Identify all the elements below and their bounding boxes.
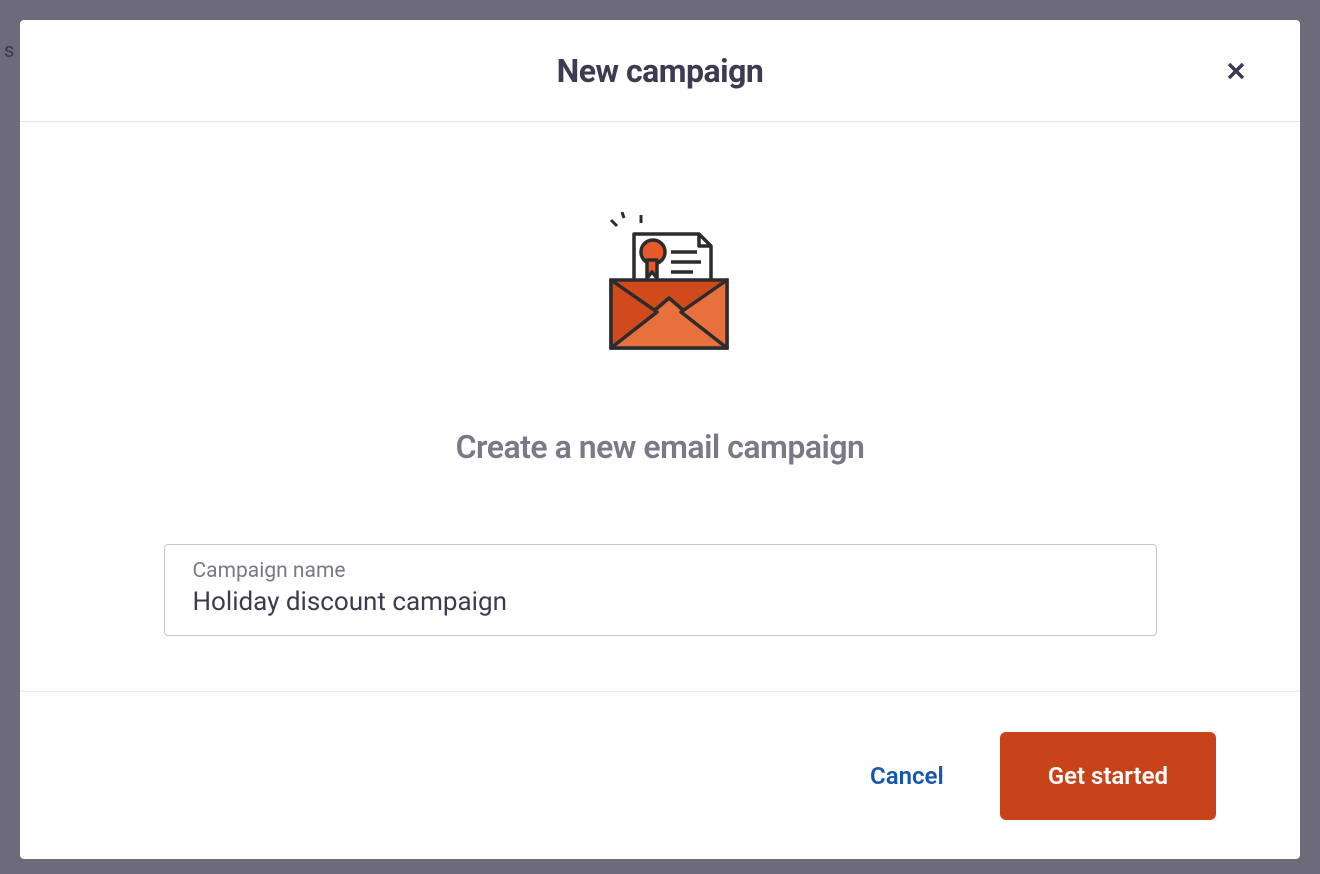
background-text-fragment: s: [4, 38, 14, 62]
modal-subtitle: Create a new email campaign: [456, 428, 865, 466]
close-icon: [1224, 59, 1248, 83]
modal-header: New campaign: [20, 20, 1300, 122]
new-campaign-modal: New campaign: [20, 20, 1300, 859]
get-started-button[interactable]: Get started: [1000, 732, 1216, 820]
modal-body: Create a new email campaign Campaign nam…: [20, 122, 1300, 691]
cancel-button[interactable]: Cancel: [870, 762, 944, 790]
campaign-name-input[interactable]: [193, 587, 1128, 617]
modal-footer: Cancel Get started: [20, 691, 1300, 859]
campaign-name-label: Campaign name: [193, 559, 1128, 583]
envelope-icon: [589, 212, 731, 364]
campaign-name-input-group[interactable]: Campaign name: [164, 544, 1157, 636]
envelope-illustration: [589, 212, 731, 368]
close-button[interactable]: [1216, 51, 1256, 91]
modal-title: New campaign: [557, 52, 764, 90]
